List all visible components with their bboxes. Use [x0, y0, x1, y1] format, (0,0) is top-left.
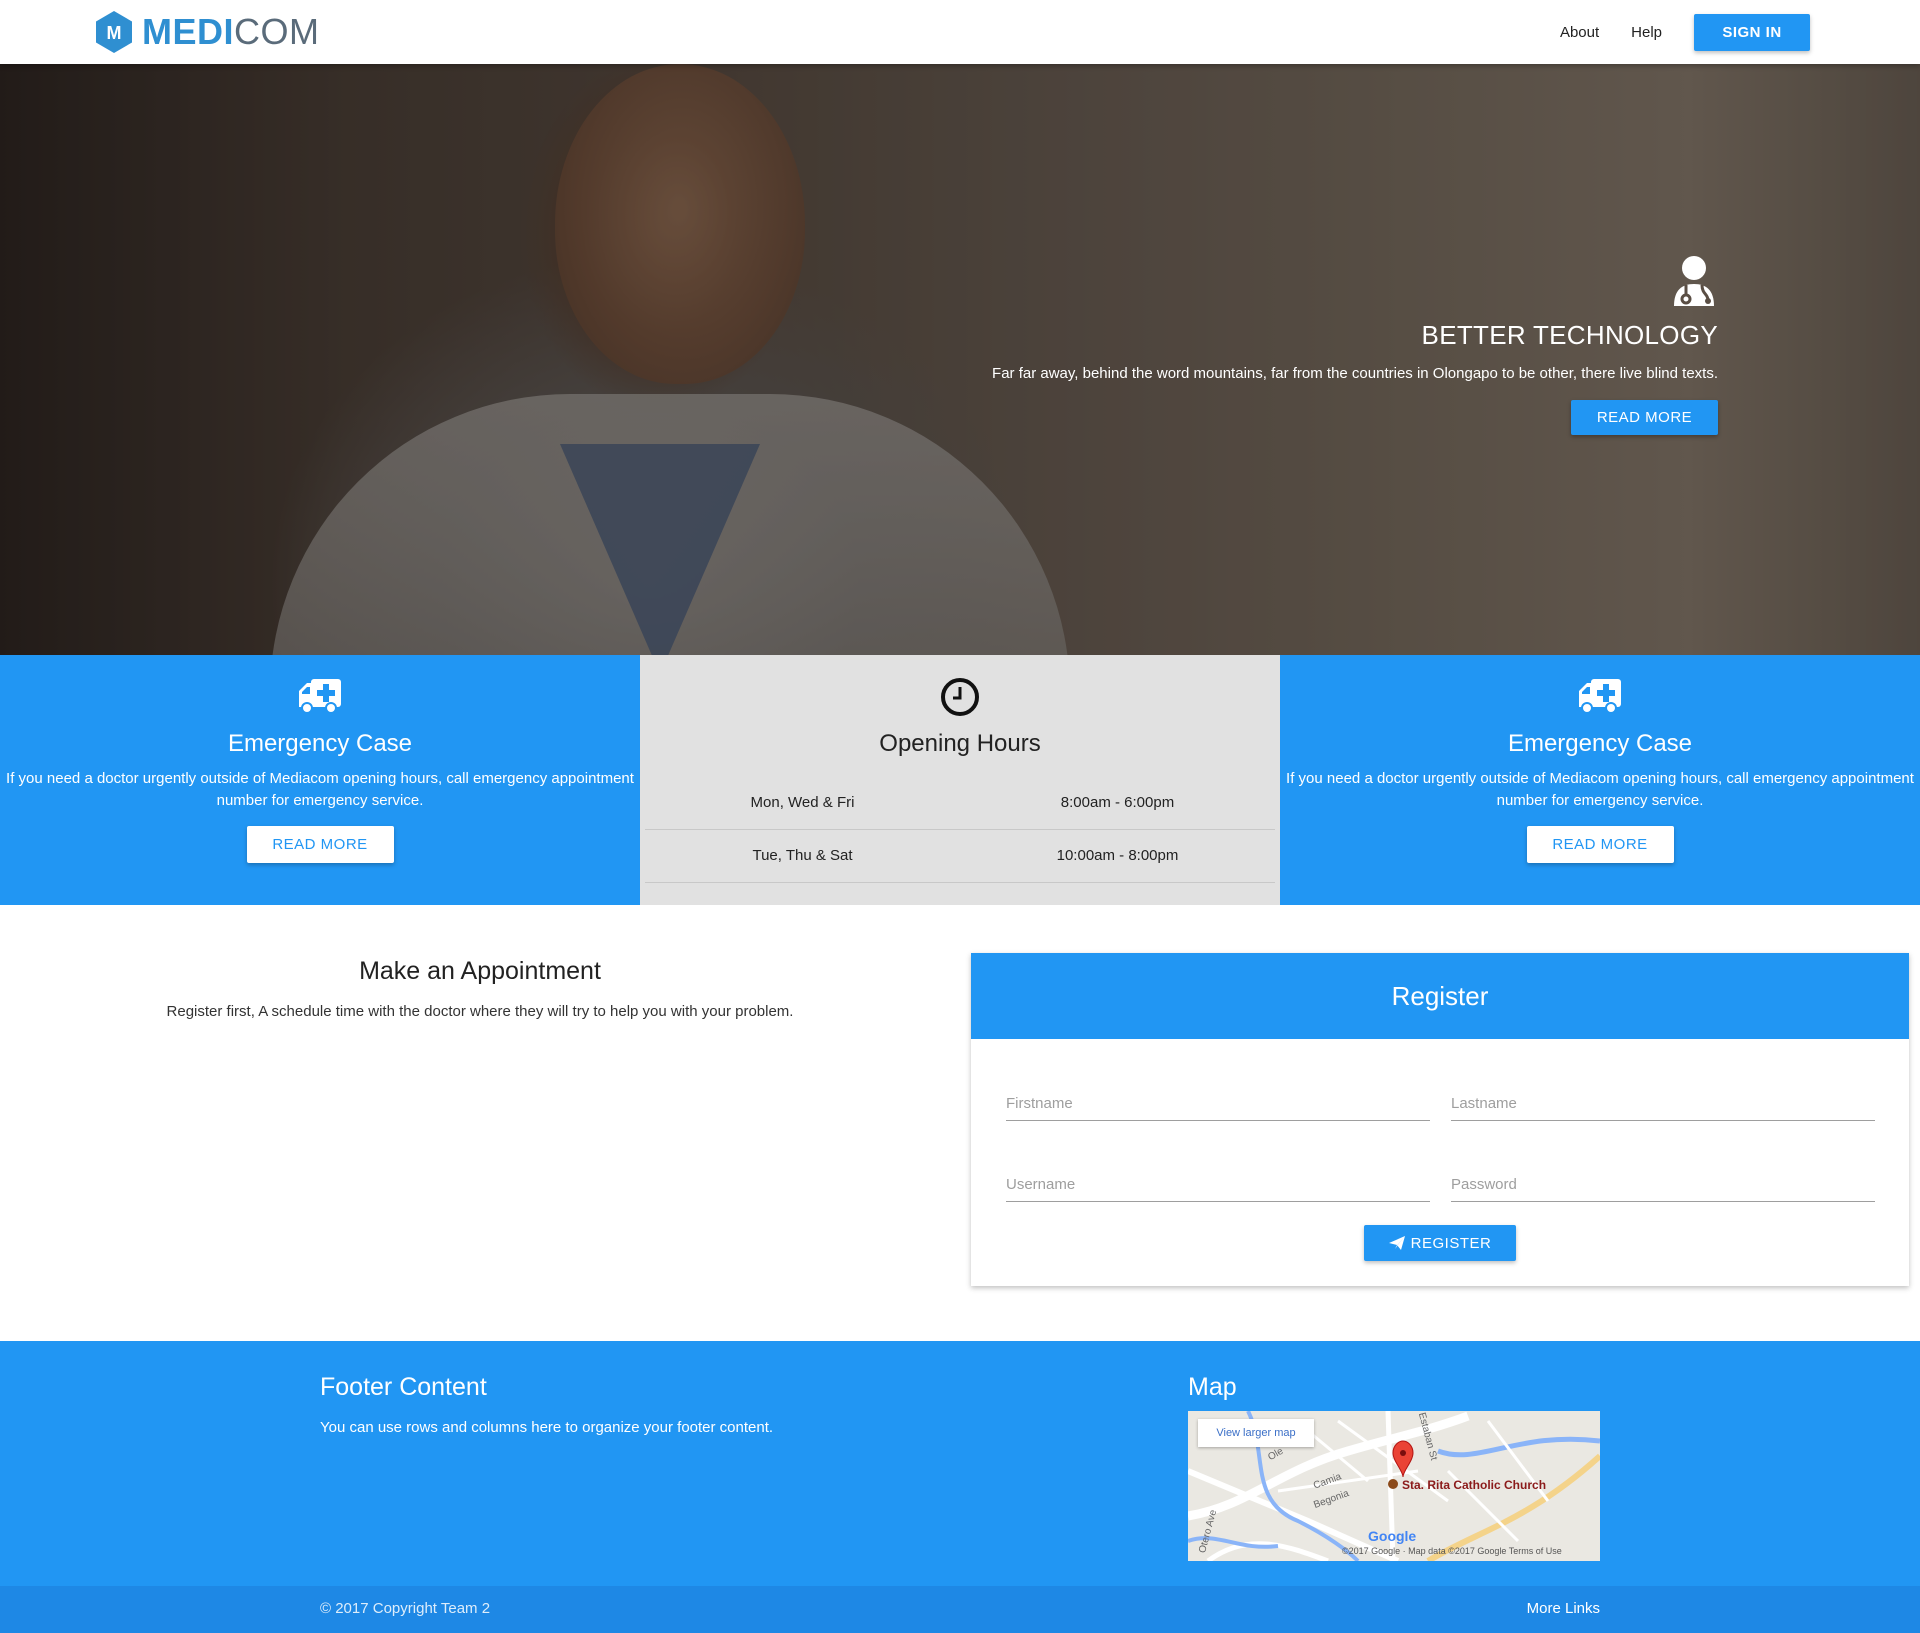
brand-name-bold: MEDI [142, 11, 234, 52]
ambulance-icon [1280, 677, 1920, 717]
brand-name: MEDICOM [142, 10, 320, 54]
nav-link-about[interactable]: About [1560, 24, 1599, 41]
hours-days: Mon, Wed & Fri [645, 776, 960, 830]
copyright-text: © 2017 Copyright Team 2 [320, 1600, 491, 1617]
emergency-read-more-button[interactable]: READ MORE [1526, 826, 1674, 863]
opening-hours-panel: Opening Hours Mon, Wed & Fri 8:00am - 6:… [640, 655, 1280, 905]
register-button[interactable]: REGISTER [1364, 1225, 1516, 1261]
register-button-label: REGISTER [1410, 1234, 1492, 1252]
sign-in-button[interactable]: SIGN IN [1694, 14, 1810, 51]
hero-title: BETTER TECHNOLOGY [1421, 320, 1718, 350]
username-input[interactable] [1006, 1164, 1430, 1193]
map-attribution: ©2017 Google · Map data ©2017 Google Ter… [1342, 1546, 1562, 1556]
panel-text: If you need a doctor urgently outside of… [1286, 770, 1914, 809]
lastname-input[interactable] [1451, 1083, 1875, 1112]
emergency-read-more-button[interactable]: READ MORE [246, 826, 394, 863]
hero-read-more-button[interactable]: READ MORE [1571, 400, 1718, 435]
hours-time: 10:00am - 8:00pm [960, 829, 1275, 883]
username-field [1006, 1164, 1430, 1202]
password-input[interactable] [1451, 1164, 1875, 1193]
panel-title: Emergency Case [1507, 730, 1693, 757]
hero-text: Far far away, behind the word mountains,… [992, 365, 1718, 382]
firstname-field [1006, 1083, 1430, 1121]
appointment-section: Make an Appointment Register first, A sc… [0, 955, 960, 1020]
table-row: Tue, Thu & Sat 10:00am - 8:00pm [645, 829, 1275, 883]
hero-banner: BETTER TECHNOLOGY Far far away, behind t… [0, 64, 1920, 655]
password-field [1451, 1164, 1875, 1202]
map-title: Map [1188, 1373, 1237, 1401]
footer-title: Footer Content [320, 1373, 487, 1401]
top-navbar: M MEDICOM About Help SIGN IN [0, 0, 1920, 64]
hours-table: Mon, Wed & Fri 8:00am - 6:00pm Tue, Thu … [645, 776, 1275, 883]
emergency-panel-left: Emergency Case If you need a doctor urge… [0, 655, 640, 905]
svg-text:M: M [107, 23, 122, 43]
more-links-link[interactable]: More Links [1527, 1600, 1600, 1617]
embedded-map[interactable]: View larger map Sta. Rita Catholic Churc… [1188, 1411, 1600, 1561]
hero-content: BETTER TECHNOLOGY Far far away, behind t… [958, 254, 1718, 435]
hours-time: 8:00am - 6:00pm [960, 776, 1275, 830]
panel-title: Emergency Case [227, 730, 413, 757]
footer-copyright-bar: © 2017 Copyright Team 2 More Links [0, 1586, 1920, 1633]
appointment-title: Make an Appointment [359, 957, 601, 985]
paper-plane-icon [1388, 1236, 1405, 1250]
nav-links: About Help SIGN IN [1560, 14, 1810, 51]
footer-text: You can use rows and columns here to org… [320, 1419, 774, 1436]
brand-name-light: COM [234, 11, 320, 52]
clock-icon [640, 677, 1280, 717]
footer: Footer Content You can use rows and colu… [0, 1341, 1920, 1586]
firstname-input[interactable] [1006, 1083, 1430, 1112]
brand-logo[interactable]: M MEDICOM [95, 10, 320, 54]
ambulance-icon [0, 677, 640, 717]
info-panels: Emergency Case If you need a doctor urge… [0, 655, 1920, 905]
lastname-field [1451, 1083, 1875, 1121]
panel-title: Opening Hours [879, 730, 1041, 757]
hexagon-logo-icon: M [95, 10, 133, 54]
hours-days: Tue, Thu & Sat [645, 829, 960, 883]
emergency-panel-right: Emergency Case If you need a doctor urge… [1280, 655, 1920, 905]
doctor-icon [1670, 254, 1718, 308]
map-place-label: Sta. Rita Catholic Church [1402, 1478, 1547, 1492]
google-logo: Google [1368, 1528, 1417, 1544]
appointment-text: Register first, A schedule time with the… [166, 1003, 794, 1020]
register-title: Register [971, 953, 1909, 1039]
nav-link-help[interactable]: Help [1631, 24, 1662, 41]
panel-text: If you need a doctor urgently outside of… [6, 770, 634, 809]
register-card: Register REGISTER [971, 953, 1909, 1286]
table-row: Mon, Wed & Fri 8:00am - 6:00pm [645, 776, 1275, 830]
view-larger-map-link[interactable]: View larger map [1198, 1419, 1314, 1447]
